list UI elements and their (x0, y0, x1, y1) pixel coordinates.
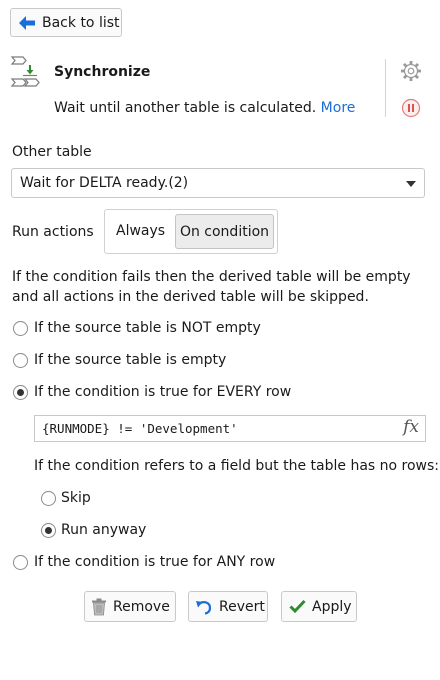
expression-value: {RUNMODE} != 'Development' (42, 421, 238, 436)
gear-icon[interactable] (400, 60, 422, 82)
revert-label: Revert (219, 598, 265, 615)
run-actions-on-condition-label: On condition (179, 223, 270, 240)
radio-any-row[interactable] (13, 555, 28, 570)
radio-skip[interactable] (41, 491, 56, 506)
synchronize-icon (10, 56, 40, 87)
radio-source-not-empty-label[interactable]: If the source table is NOT empty (34, 320, 261, 336)
remove-label: Remove (113, 598, 170, 615)
fx-label: fx (403, 417, 419, 437)
remove-button[interactable]: Remove (84, 591, 176, 622)
arrow-left-icon (19, 15, 35, 30)
step-title: Synchronize (54, 64, 151, 80)
vertical-divider (385, 59, 386, 117)
chevron-down-icon (406, 181, 416, 187)
radio-every-row[interactable] (13, 385, 28, 400)
run-actions-always[interactable]: Always (116, 223, 165, 239)
other-table-label: Other table (12, 144, 92, 160)
run-actions-label: Run actions (12, 224, 94, 240)
more-link[interactable]: More (321, 100, 356, 116)
stop-icon[interactable] (401, 98, 421, 118)
fx-icon[interactable]: fx (403, 417, 419, 437)
no-rows-question: If the condition refers to a field but t… (34, 458, 440, 474)
radio-skip-label[interactable]: Skip (61, 490, 91, 506)
revert-button[interactable]: Revert (188, 591, 268, 622)
apply-label: Apply (312, 598, 352, 615)
radio-every-row-label[interactable]: If the condition is true for EVERY row (34, 384, 291, 400)
back-to-list-label: Back to list (42, 14, 120, 31)
radio-source-not-empty[interactable] (13, 321, 28, 336)
step-description: Wait until another table is calculated. … (54, 100, 355, 116)
expression-field[interactable]: {RUNMODE} != 'Development' fx (34, 415, 426, 442)
step-description-text: Wait until another table is calculated. (54, 100, 317, 116)
checkmark-icon (289, 599, 306, 614)
radio-run-anyway[interactable] (41, 523, 56, 538)
radio-source-empty[interactable] (13, 353, 28, 368)
undo-arrow-icon (196, 600, 212, 615)
radio-run-anyway-label[interactable]: Run anyway (61, 522, 146, 538)
radio-any-row-label[interactable]: If the condition is true for ANY row (34, 554, 275, 570)
trash-icon (92, 598, 106, 615)
run-actions-on-condition[interactable]: On condition (175, 214, 274, 249)
other-table-select[interactable]: Wait for DELTA ready.(2) (11, 168, 425, 198)
radio-source-empty-label[interactable]: If the source table is empty (34, 352, 226, 368)
other-table-value: Wait for DELTA ready.(2) (20, 175, 189, 191)
apply-button[interactable]: Apply (281, 591, 357, 622)
condition-note: If the condition fails then the derived … (12, 269, 411, 305)
back-to-list-button[interactable]: Back to list (10, 8, 122, 37)
